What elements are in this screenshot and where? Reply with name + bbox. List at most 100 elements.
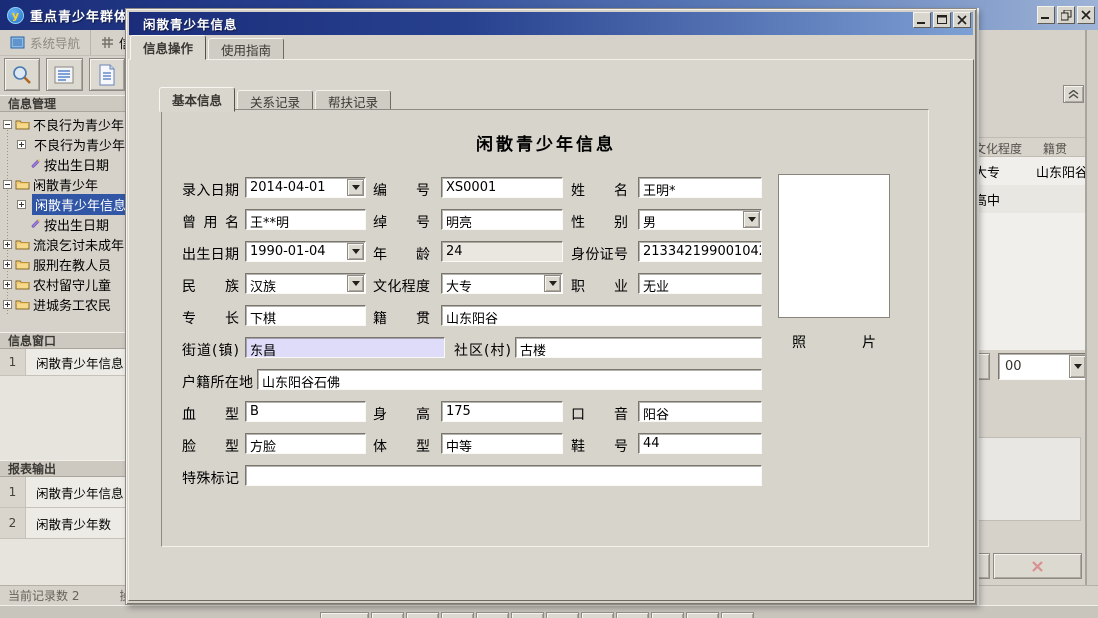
tab-basic-info[interactable]: 基本信息 — [159, 87, 235, 112]
execute-icon[interactable] — [721, 612, 754, 618]
height-field[interactable]: 175 — [441, 401, 563, 422]
edit-record-icon[interactable] — [546, 612, 579, 618]
shoe-size-field[interactable]: 44 — [638, 433, 762, 454]
tab-user-guide[interactable]: 使用指南 — [208, 38, 284, 60]
name-field[interactable]: 王明* — [638, 177, 762, 198]
former-name-field[interactable]: 王**明 — [245, 209, 366, 230]
print-preview-icon[interactable] — [686, 612, 719, 618]
occupation-field[interactable]: 无业 — [638, 273, 762, 294]
street-field[interactable]: 东昌 — [245, 337, 445, 358]
dialog-titlebar[interactable]: 闲散青少年信息 — [129, 12, 973, 35]
blood-type-field[interactable]: B — [245, 401, 366, 422]
record-toolbar: 增加 — [320, 612, 754, 618]
expand-box-icon[interactable] — [3, 300, 12, 309]
list-item[interactable]: 1 闲散青少年信息 — [0, 477, 125, 508]
column-header-nativeplace[interactable]: 籍贯 — [1041, 138, 1067, 156]
education-value: 大专 — [446, 280, 472, 294]
dialog-tab-strip: 信息操作 使用指南 — [130, 35, 286, 60]
tree-item-jincheng[interactable]: 进城务工农民 — [0, 294, 125, 314]
photo-box[interactable] — [778, 174, 890, 318]
id-number-field[interactable]: 2133421990010423 — [638, 241, 762, 262]
expand-box-icon[interactable] — [3, 280, 12, 289]
number-field[interactable]: XS0001 — [441, 177, 563, 198]
maximize-icon[interactable] — [933, 12, 951, 28]
community-field[interactable]: 古楼 — [515, 337, 762, 358]
education-combobox[interactable]: 大专 — [441, 273, 563, 294]
expand-box-icon[interactable] — [3, 260, 12, 269]
special-marks-field[interactable] — [245, 465, 762, 486]
post-record-icon[interactable] — [581, 612, 614, 618]
partial-button[interactable] — [977, 353, 990, 380]
column-header-education[interactable]: 文化程度 — [977, 138, 1041, 156]
list-item[interactable]: 1 闲散青少年信息 — [0, 349, 125, 376]
tab-info-operate[interactable]: 信息操作 — [130, 35, 206, 60]
dropdown-arrow-icon[interactable] — [544, 275, 561, 292]
tree-item-label: 流浪乞讨未成年 — [33, 235, 124, 254]
expand-box-icon[interactable] — [17, 140, 26, 149]
delete-record-icon[interactable] — [511, 612, 544, 618]
search-icon[interactable] — [4, 58, 40, 91]
tree-item-xiansan-info-selected[interactable]: 闲散青少年信息 — [0, 194, 125, 214]
add-button[interactable]: 增加 — [320, 612, 369, 618]
native-place-field[interactable]: 山东阳谷 — [441, 305, 762, 326]
household-field[interactable]: 山东阳谷石佛 — [257, 369, 762, 390]
entry-date-combobox[interactable]: 2014-04-01 — [245, 177, 366, 198]
tree-item-nongcun[interactable]: 农村留守儿童 — [0, 274, 125, 294]
tree-item-liulang[interactable]: 流浪乞讨未成年 — [0, 234, 125, 254]
collapse-box-icon[interactable] — [3, 120, 12, 129]
face-shape-field[interactable]: 方脸 — [245, 433, 366, 454]
entry-date-value: 2014-04-01 — [250, 180, 326, 195]
next-record-icon[interactable] — [441, 612, 474, 618]
list-item[interactable]: 2 闲散青少年数 — [0, 508, 125, 539]
close-x-button[interactable] — [993, 553, 1082, 579]
gender-combobox[interactable]: 男 — [638, 209, 762, 230]
table-row[interactable]: 大专 山东阳谷 — [977, 157, 1088, 185]
tree-item-xiansan[interactable]: 闲散青少年 — [0, 174, 125, 194]
cancel-edit-icon[interactable] — [616, 612, 649, 618]
body-type-field[interactable]: 中等 — [441, 433, 563, 454]
dropdown-arrow-icon[interactable] — [347, 243, 364, 260]
tree-item-buliang-child[interactable]: 不良行为青少年 — [0, 134, 125, 154]
dropdown-arrow-icon[interactable] — [347, 275, 364, 292]
print-icon[interactable] — [651, 612, 684, 618]
tree-item-fuxing[interactable]: 服刑在教人员 — [0, 254, 125, 274]
dropdown-arrow-icon[interactable] — [1069, 355, 1086, 378]
table-row[interactable]: 高中 — [977, 185, 1088, 213]
form-list-icon[interactable] — [46, 58, 82, 91]
background-combobox[interactable]: 00 — [998, 353, 1088, 380]
tree-item-by-birthdate-1[interactable]: 按出生日期 — [0, 154, 125, 174]
close-icon[interactable] — [1077, 6, 1095, 24]
dropdown-arrow-icon[interactable] — [743, 211, 760, 228]
report-output-header: 报表输出 — [0, 460, 125, 477]
ethnicity-combobox[interactable]: 汉族 — [245, 273, 366, 294]
tab-system-nav[interactable]: 系统导航 — [0, 30, 91, 55]
height-label: 身 高 — [373, 404, 430, 424]
accent-label: 口 音 — [571, 404, 628, 424]
tree-item-buliang[interactable]: 不良行为青少年 — [0, 114, 125, 134]
expand-box-icon[interactable] — [3, 240, 12, 249]
folder-icon — [15, 178, 30, 190]
first-record-icon[interactable] — [371, 612, 404, 618]
tree-item-by-birthdate-2[interactable]: 按出生日期 — [0, 214, 125, 234]
report-document-icon[interactable] — [89, 58, 125, 91]
collapse-box-icon[interactable] — [3, 180, 12, 189]
tree-item-label: 进城务工农民 — [33, 295, 111, 314]
accent-field[interactable]: 阳谷 — [638, 401, 762, 422]
nickname-field[interactable]: 明亮 — [441, 209, 563, 230]
restore-icon[interactable] — [1057, 6, 1075, 24]
collapse-up-icon[interactable] — [1063, 85, 1084, 103]
minimize-icon[interactable] — [913, 12, 931, 28]
birth-date-combobox[interactable]: 1990-01-04 — [245, 241, 366, 262]
name-label: 姓 名 — [571, 180, 628, 200]
close-icon[interactable] — [953, 12, 971, 28]
list-item-number: 2 — [0, 508, 26, 538]
sidebar-toolbar — [0, 56, 125, 95]
specialty-field[interactable]: 下棋 — [245, 305, 366, 326]
partial-button[interactable] — [977, 553, 990, 579]
last-record-icon[interactable] — [476, 612, 509, 618]
prior-record-icon[interactable] — [406, 612, 439, 618]
dropdown-arrow-icon[interactable] — [347, 179, 364, 196]
application-root: y 重点青少年群体信息 系统导航 信 — [0, 0, 1098, 618]
minimize-icon[interactable] — [1037, 6, 1055, 24]
expand-box-icon[interactable] — [17, 200, 26, 209]
